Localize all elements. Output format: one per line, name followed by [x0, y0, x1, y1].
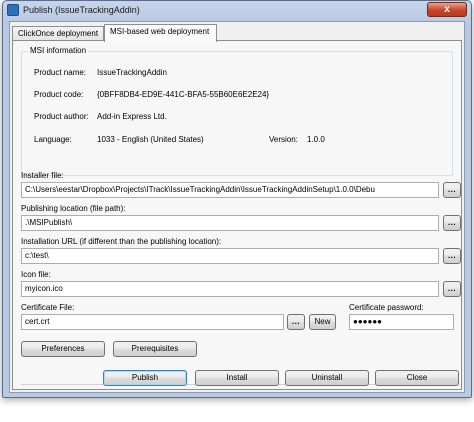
window-title: Publish (IssueTrackingAddin) [23, 5, 140, 15]
tab-msi-web-deployment[interactable]: MSI-based web deployment [104, 24, 217, 42]
certificate-file-label: Certificate File: [21, 303, 75, 312]
installer-browse-button[interactable]: ... [443, 182, 461, 198]
installation-url-label: Installation URL (if different than the … [21, 237, 222, 246]
installation-url-field[interactable]: c:\test\ [21, 248, 439, 264]
product-author-label: Product author: [34, 112, 89, 121]
icon-file-label: Icon file: [21, 270, 51, 279]
certificate-file-field[interactable]: cert.crt [21, 314, 284, 330]
publish-button[interactable]: Publish [103, 370, 187, 386]
version-label: Version: [269, 135, 298, 144]
installer-file-label: Installer file: [21, 171, 64, 180]
new-certificate-button[interactable]: New [309, 314, 336, 330]
product-code-label: Product code: [34, 90, 84, 99]
preferences-button[interactable]: Preferences [21, 341, 105, 357]
product-name-value: IssueTrackingAddin [97, 68, 167, 77]
msi-information-legend: MSI information [28, 46, 89, 55]
publish-dialog: Publish (IssueTrackingAddin) x ClickOnce… [2, 0, 472, 398]
version-value: 1.0.0 [307, 135, 325, 144]
publishing-location-field[interactable]: .\MSIPublish\ [21, 215, 439, 231]
close-button[interactable]: Close [375, 370, 459, 386]
dialog-client-area: ClickOnce deployment MSI-based web deplo… [9, 21, 465, 393]
title-bar[interactable]: Publish (IssueTrackingAddin) x [3, 1, 471, 21]
installation-url-browse-button[interactable]: ... [443, 248, 461, 264]
msi-information-group: MSI information Product name: IssueTrack… [21, 46, 453, 176]
tab-clickonce-deployment[interactable]: ClickOnce deployment [12, 26, 104, 41]
certificate-password-field[interactable]: ●●●●●● [349, 314, 454, 330]
publishing-browse-button[interactable]: ... [443, 215, 461, 231]
icon-browse-button[interactable]: ... [443, 281, 461, 297]
certificate-browse-button[interactable]: ... [287, 314, 305, 330]
installer-file-field[interactable]: C:\Users\eestar\Dropbox\Projects\ITrack\… [21, 182, 439, 198]
product-name-label: Product name: [34, 68, 87, 77]
product-author-value: Add-in Express Ltd. [97, 112, 167, 121]
icon-file-field[interactable]: myicon.ico [21, 281, 439, 297]
msi-deployment-page: MSI information Product name: IssueTrack… [12, 40, 462, 390]
publishing-location-label: Publishing location (file path): [21, 204, 126, 213]
prerequisites-button[interactable]: Prerequisites [113, 341, 197, 357]
product-code-value: {0BFF8DB4-ED9E-441C-BFA5-55B60E6E2E24} [97, 90, 270, 99]
uninstall-button[interactable]: Uninstall [285, 370, 369, 386]
language-label: Language: [34, 135, 72, 144]
certificate-password-label: Certificate password: [349, 303, 424, 312]
window-close-button[interactable]: x [427, 2, 467, 17]
app-icon [7, 4, 19, 16]
language-value: 1033 - English (United States) [97, 135, 204, 144]
install-button[interactable]: Install [195, 370, 279, 386]
